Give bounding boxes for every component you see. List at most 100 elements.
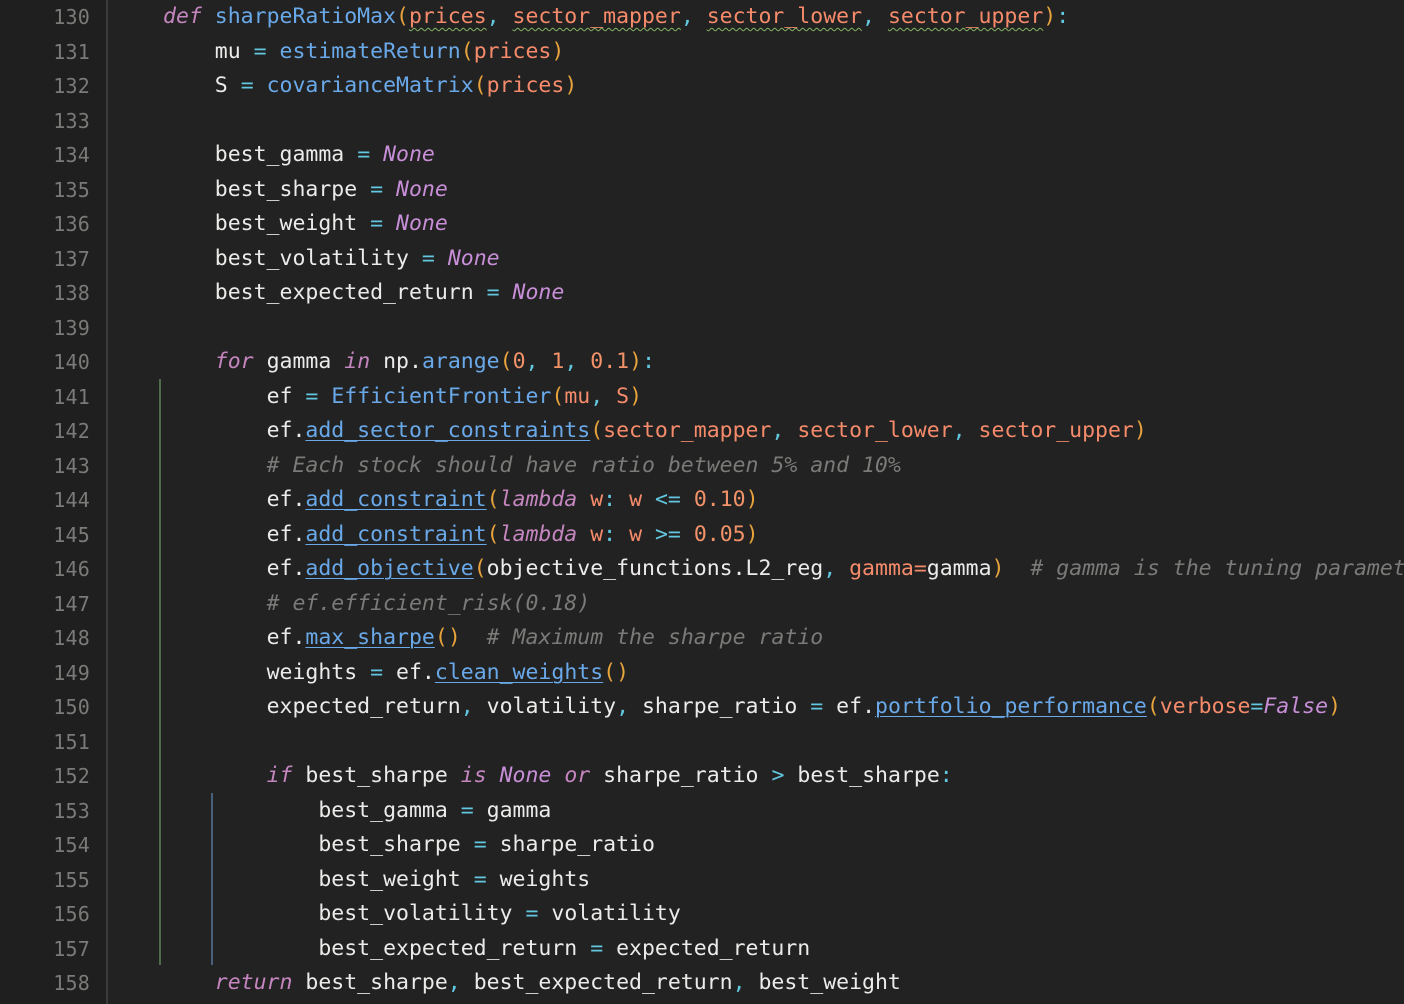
line-number[interactable]: 149 xyxy=(0,656,108,691)
kwarg-name-verbose: verbose xyxy=(1159,694,1251,719)
code-line-152[interactable]: if best_sharpe is None or sharpe_ratio >… xyxy=(108,759,1404,794)
line-number[interactable]: 143 xyxy=(0,449,108,484)
open-paren: ( xyxy=(603,659,617,685)
code-line-153[interactable]: best_gamma = gamma xyxy=(108,794,1404,829)
object-ef: ef xyxy=(266,625,293,650)
code-line-136[interactable]: best_weight = None xyxy=(108,207,1404,242)
line-number[interactable]: 156 xyxy=(0,897,108,932)
code-line-146[interactable]: ef.add_objective(objective_functions.L2_… xyxy=(108,552,1404,587)
line-number[interactable]: 131 xyxy=(0,35,108,70)
colon: : xyxy=(642,349,656,374)
code-line-130[interactable]: def sharpeRatioMax(prices, sector_mapper… xyxy=(108,0,1404,35)
code-line-150[interactable]: expected_return, volatility, sharpe_rati… xyxy=(108,690,1404,725)
comma: , xyxy=(680,4,707,29)
line-number[interactable]: 155 xyxy=(0,863,108,898)
code-line-132[interactable]: S = covarianceMatrix(prices) xyxy=(108,69,1404,104)
line-number[interactable]: 141 xyxy=(0,380,108,415)
line-number[interactable]: 139 xyxy=(0,311,108,346)
dot: . xyxy=(292,487,306,512)
open-paren: ( xyxy=(473,73,487,98)
code-line-131[interactable]: mu = estimateReturn(prices) xyxy=(108,35,1404,70)
code-line-145[interactable]: ef.add_constraint(lambda w: w >= 0.05) xyxy=(108,518,1404,553)
code-line-139[interactable] xyxy=(108,311,1404,346)
variable-best-sharpe: best_sharpe xyxy=(214,176,358,202)
assign-operator: = xyxy=(473,832,487,857)
code-content[interactable]: def sharpeRatioMax(prices, sector_mapper… xyxy=(108,0,1404,1004)
variable-best-weight: best_weight xyxy=(214,211,358,236)
trailing-comment: # Maximum the sharpe ratio xyxy=(486,625,824,650)
code-line-134[interactable]: best_gamma = None xyxy=(108,138,1404,173)
code-line-157[interactable]: best_expected_return = expected_return xyxy=(108,932,1404,967)
line-number[interactable]: 136 xyxy=(0,207,108,242)
line-number[interactable]: 158 xyxy=(0,966,108,1001)
line-number[interactable]: 133 xyxy=(0,104,108,139)
line-number[interactable]: 150 xyxy=(0,690,108,725)
module-objective-functions: objective_functions xyxy=(486,556,733,581)
line-number[interactable]: 152 xyxy=(0,759,108,794)
assign-operator: = xyxy=(240,73,254,98)
code-line-155[interactable]: best_weight = weights xyxy=(108,863,1404,898)
comment: # ef.efficient_risk(0.18) xyxy=(266,590,591,616)
code-line-151[interactable] xyxy=(108,725,1404,760)
expr-w: w xyxy=(629,521,643,547)
line-number[interactable]: 138 xyxy=(0,276,108,311)
number-stop: 1 xyxy=(551,349,565,374)
code-line-141[interactable]: ef = EfficientFrontier(mu, S) xyxy=(108,380,1404,415)
line-number[interactable]: 130 xyxy=(0,0,108,35)
line-number[interactable]: 157 xyxy=(0,932,108,967)
line-number[interactable]: 134 xyxy=(0,138,108,173)
method-add-constraint: add_constraint xyxy=(305,487,487,512)
close-paren: ) xyxy=(564,73,578,98)
close-paren: ) xyxy=(991,556,1005,581)
code-line-148[interactable]: ef.max_sharpe() # Maximum the sharpe rat… xyxy=(108,621,1404,656)
constant-false: False xyxy=(1263,694,1329,719)
operator-gte: >= xyxy=(654,521,681,547)
code-line-142[interactable]: ef.add_sector_constraints(sector_mapper,… xyxy=(108,414,1404,449)
open-paren: ( xyxy=(551,383,565,409)
code-line-133[interactable] xyxy=(108,104,1404,139)
number-step: 0.1 xyxy=(590,349,630,374)
parameter-sector-lower: sector_lower xyxy=(706,4,863,29)
open-paren: ( xyxy=(473,556,487,581)
line-number[interactable]: 135 xyxy=(0,173,108,208)
line-number[interactable]: 146 xyxy=(0,552,108,587)
code-line-158[interactable]: return best_sharpe, best_expected_return… xyxy=(108,966,1404,1001)
argument-prices: prices xyxy=(473,38,552,64)
line-number[interactable]: 137 xyxy=(0,242,108,277)
line-number[interactable]: 144 xyxy=(0,483,108,518)
code-line-147[interactable]: # ef.efficient_risk(0.18) xyxy=(108,587,1404,622)
dot: . xyxy=(421,659,435,685)
line-number[interactable]: 145 xyxy=(0,518,108,553)
line-number[interactable]: 151 xyxy=(0,725,108,760)
line-number[interactable]: 140 xyxy=(0,345,108,380)
code-line-140[interactable]: for gamma in np.arange(0, 1, 0.1): xyxy=(108,345,1404,380)
line-number[interactable]: 132 xyxy=(0,69,108,104)
code-line-143[interactable]: # Each stock should have ratio between 5… xyxy=(108,449,1404,484)
line-number[interactable]: 153 xyxy=(0,794,108,829)
line-number[interactable]: 142 xyxy=(0,414,108,449)
code-line-154[interactable]: best_sharpe = sharpe_ratio xyxy=(108,828,1404,863)
variable-mu: mu xyxy=(214,38,241,64)
line-number[interactable]: 147 xyxy=(0,587,108,622)
line-number[interactable]: 154 xyxy=(0,828,108,863)
constant-none: None xyxy=(383,142,435,167)
call-estimate-return: estimateReturn xyxy=(279,38,461,64)
object-ef: ef xyxy=(266,418,293,443)
code-line-137[interactable]: best_volatility = None xyxy=(108,242,1404,277)
code-line-135[interactable]: best_sharpe = None xyxy=(108,173,1404,208)
colon: : xyxy=(603,487,617,512)
line-number[interactable]: 148 xyxy=(0,621,108,656)
assign-operator: = xyxy=(421,245,435,271)
object-ef: ef xyxy=(836,694,863,719)
trailing-comment: # gamma is the tuning parameter xyxy=(1030,556,1404,581)
variable-ef: ef xyxy=(266,383,293,409)
loop-variable-gamma: gamma xyxy=(266,349,332,374)
argument-sector-upper: sector_upper xyxy=(978,418,1134,443)
colon: : xyxy=(1056,4,1070,29)
code-line-149[interactable]: weights = ef.clean_weights() xyxy=(108,656,1404,691)
parameter-sector-upper: sector_upper xyxy=(887,4,1044,29)
code-line-138[interactable]: best_expected_return = None xyxy=(108,276,1404,311)
code-line-144[interactable]: ef.add_constraint(lambda w: w <= 0.10) xyxy=(108,483,1404,518)
close-paren: ) xyxy=(745,487,759,512)
code-line-156[interactable]: best_volatility = volatility xyxy=(108,897,1404,932)
